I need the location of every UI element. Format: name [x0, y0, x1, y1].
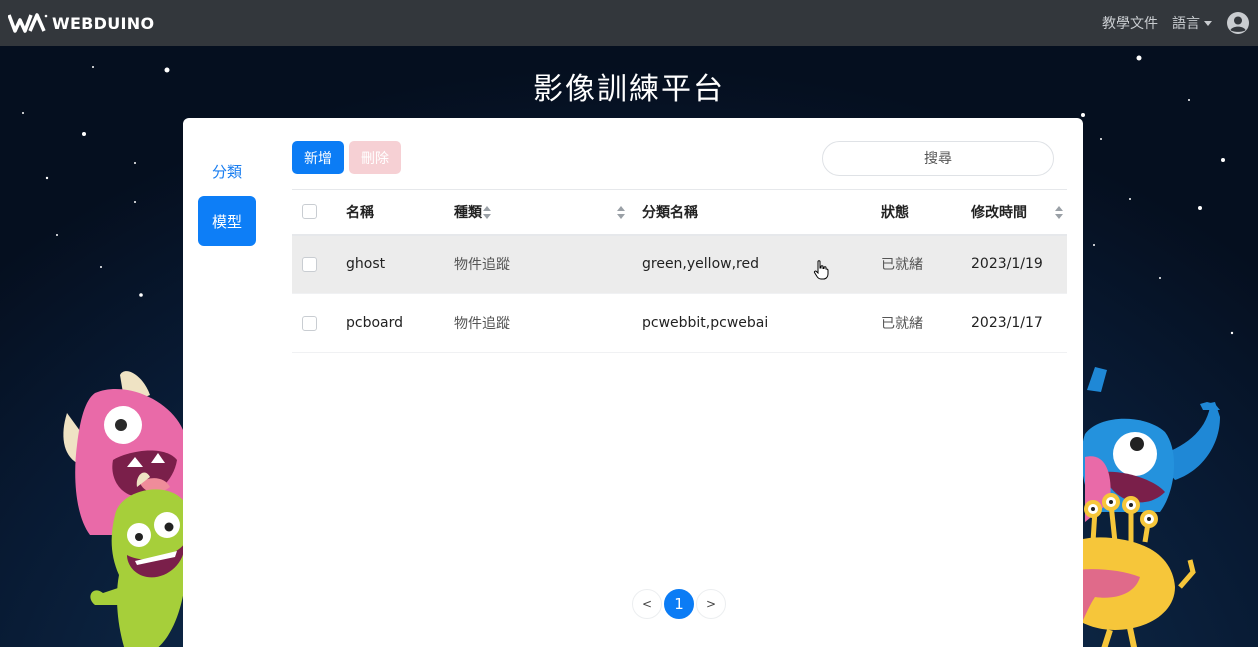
sidebar-item-model[interactable]: 模型	[198, 196, 256, 246]
select-all-header	[292, 189, 346, 236]
page-title: 影像訓練平台	[533, 72, 725, 107]
cell-status: 已就緒	[881, 234, 971, 294]
select-all-checkbox[interactable]	[302, 204, 317, 220]
pagination: < 1 >	[632, 589, 726, 619]
column-header-label: 狀態	[881, 204, 909, 221]
language-label: 語言	[1172, 16, 1200, 32]
cell-modified: 2023/1/17	[971, 293, 1067, 353]
main-card: 分類 模型 新增 刪除 名稱 種類	[183, 118, 1083, 647]
cell-type: 物件追蹤	[454, 234, 642, 294]
column-header-type[interactable]: 種類	[454, 189, 642, 236]
brand-logo[interactable]: WEBDUINO	[8, 12, 154, 34]
table-row[interactable]: pcboard 物件追蹤 pcwebbit,pcwebai 已就緒 2023/1…	[292, 293, 1067, 353]
language-dropdown[interactable]: 語言	[1172, 13, 1212, 33]
row-select-cell	[292, 293, 346, 353]
cell-classes: green,yellow,red	[642, 234, 881, 294]
column-header-name[interactable]: 名稱	[346, 189, 491, 236]
sort-icon[interactable]	[617, 206, 625, 220]
page-button-current[interactable]: 1	[664, 589, 694, 619]
caret-down-icon	[1204, 20, 1212, 26]
brand-text: WEBDUINO	[52, 13, 155, 33]
column-header-label: 修改時間	[971, 204, 1027, 221]
side-nav: 分類 模型	[198, 146, 256, 246]
row-checkbox[interactable]	[302, 256, 317, 272]
toolbar: 新增 刪除	[292, 141, 1054, 176]
column-header-label: 分類名稱	[642, 204, 698, 221]
cell-name: ghost	[346, 234, 454, 294]
cell-classes: pcwebbit,pcwebai	[642, 293, 881, 353]
next-page-button[interactable]: >	[696, 589, 726, 619]
top-navbar: WEBDUINO 教學文件 語言	[0, 0, 1258, 46]
cell-name: pcboard	[346, 293, 454, 353]
model-table: 名稱 種類 分類名稱 狀態 修改時間 ghost 物件追蹤 green,yell…	[292, 189, 1067, 353]
user-account-icon[interactable]	[1226, 11, 1250, 35]
column-header-status: 狀態	[881, 189, 971, 236]
cell-type: 物件追蹤	[454, 293, 642, 353]
column-header-modified[interactable]: 修改時間	[971, 189, 1067, 236]
prev-page-button[interactable]: <	[632, 589, 662, 619]
column-header-label: 種類	[454, 204, 482, 221]
sidebar-item-label: 分類	[211, 162, 242, 181]
webduino-logo-icon	[8, 13, 48, 33]
sidebar-item-label: 模型	[211, 212, 242, 231]
sidebar-item-classify[interactable]: 分類	[198, 146, 256, 196]
table-row[interactable]: ghost 物件追蹤 green,yellow,red 已就緒 2023/1/1…	[292, 234, 1067, 294]
row-select-cell	[292, 234, 346, 294]
delete-button[interactable]: 刪除	[349, 141, 401, 174]
search-input[interactable]	[822, 141, 1054, 176]
table-header-row: 名稱 種類 分類名稱 狀態 修改時間	[292, 189, 1067, 236]
column-header-label: 名稱	[346, 204, 374, 221]
docs-link[interactable]: 教學文件	[1102, 13, 1158, 33]
hand-cursor-icon	[813, 260, 829, 280]
monster-illustration-left	[63, 371, 190, 647]
column-header-classes: 分類名稱	[642, 189, 881, 236]
row-checkbox[interactable]	[302, 315, 317, 331]
sort-icon[interactable]	[1055, 206, 1063, 220]
cell-modified: 2023/1/19	[971, 234, 1067, 294]
cell-status: 已就緒	[881, 293, 971, 353]
add-button[interactable]: 新增	[292, 141, 344, 174]
